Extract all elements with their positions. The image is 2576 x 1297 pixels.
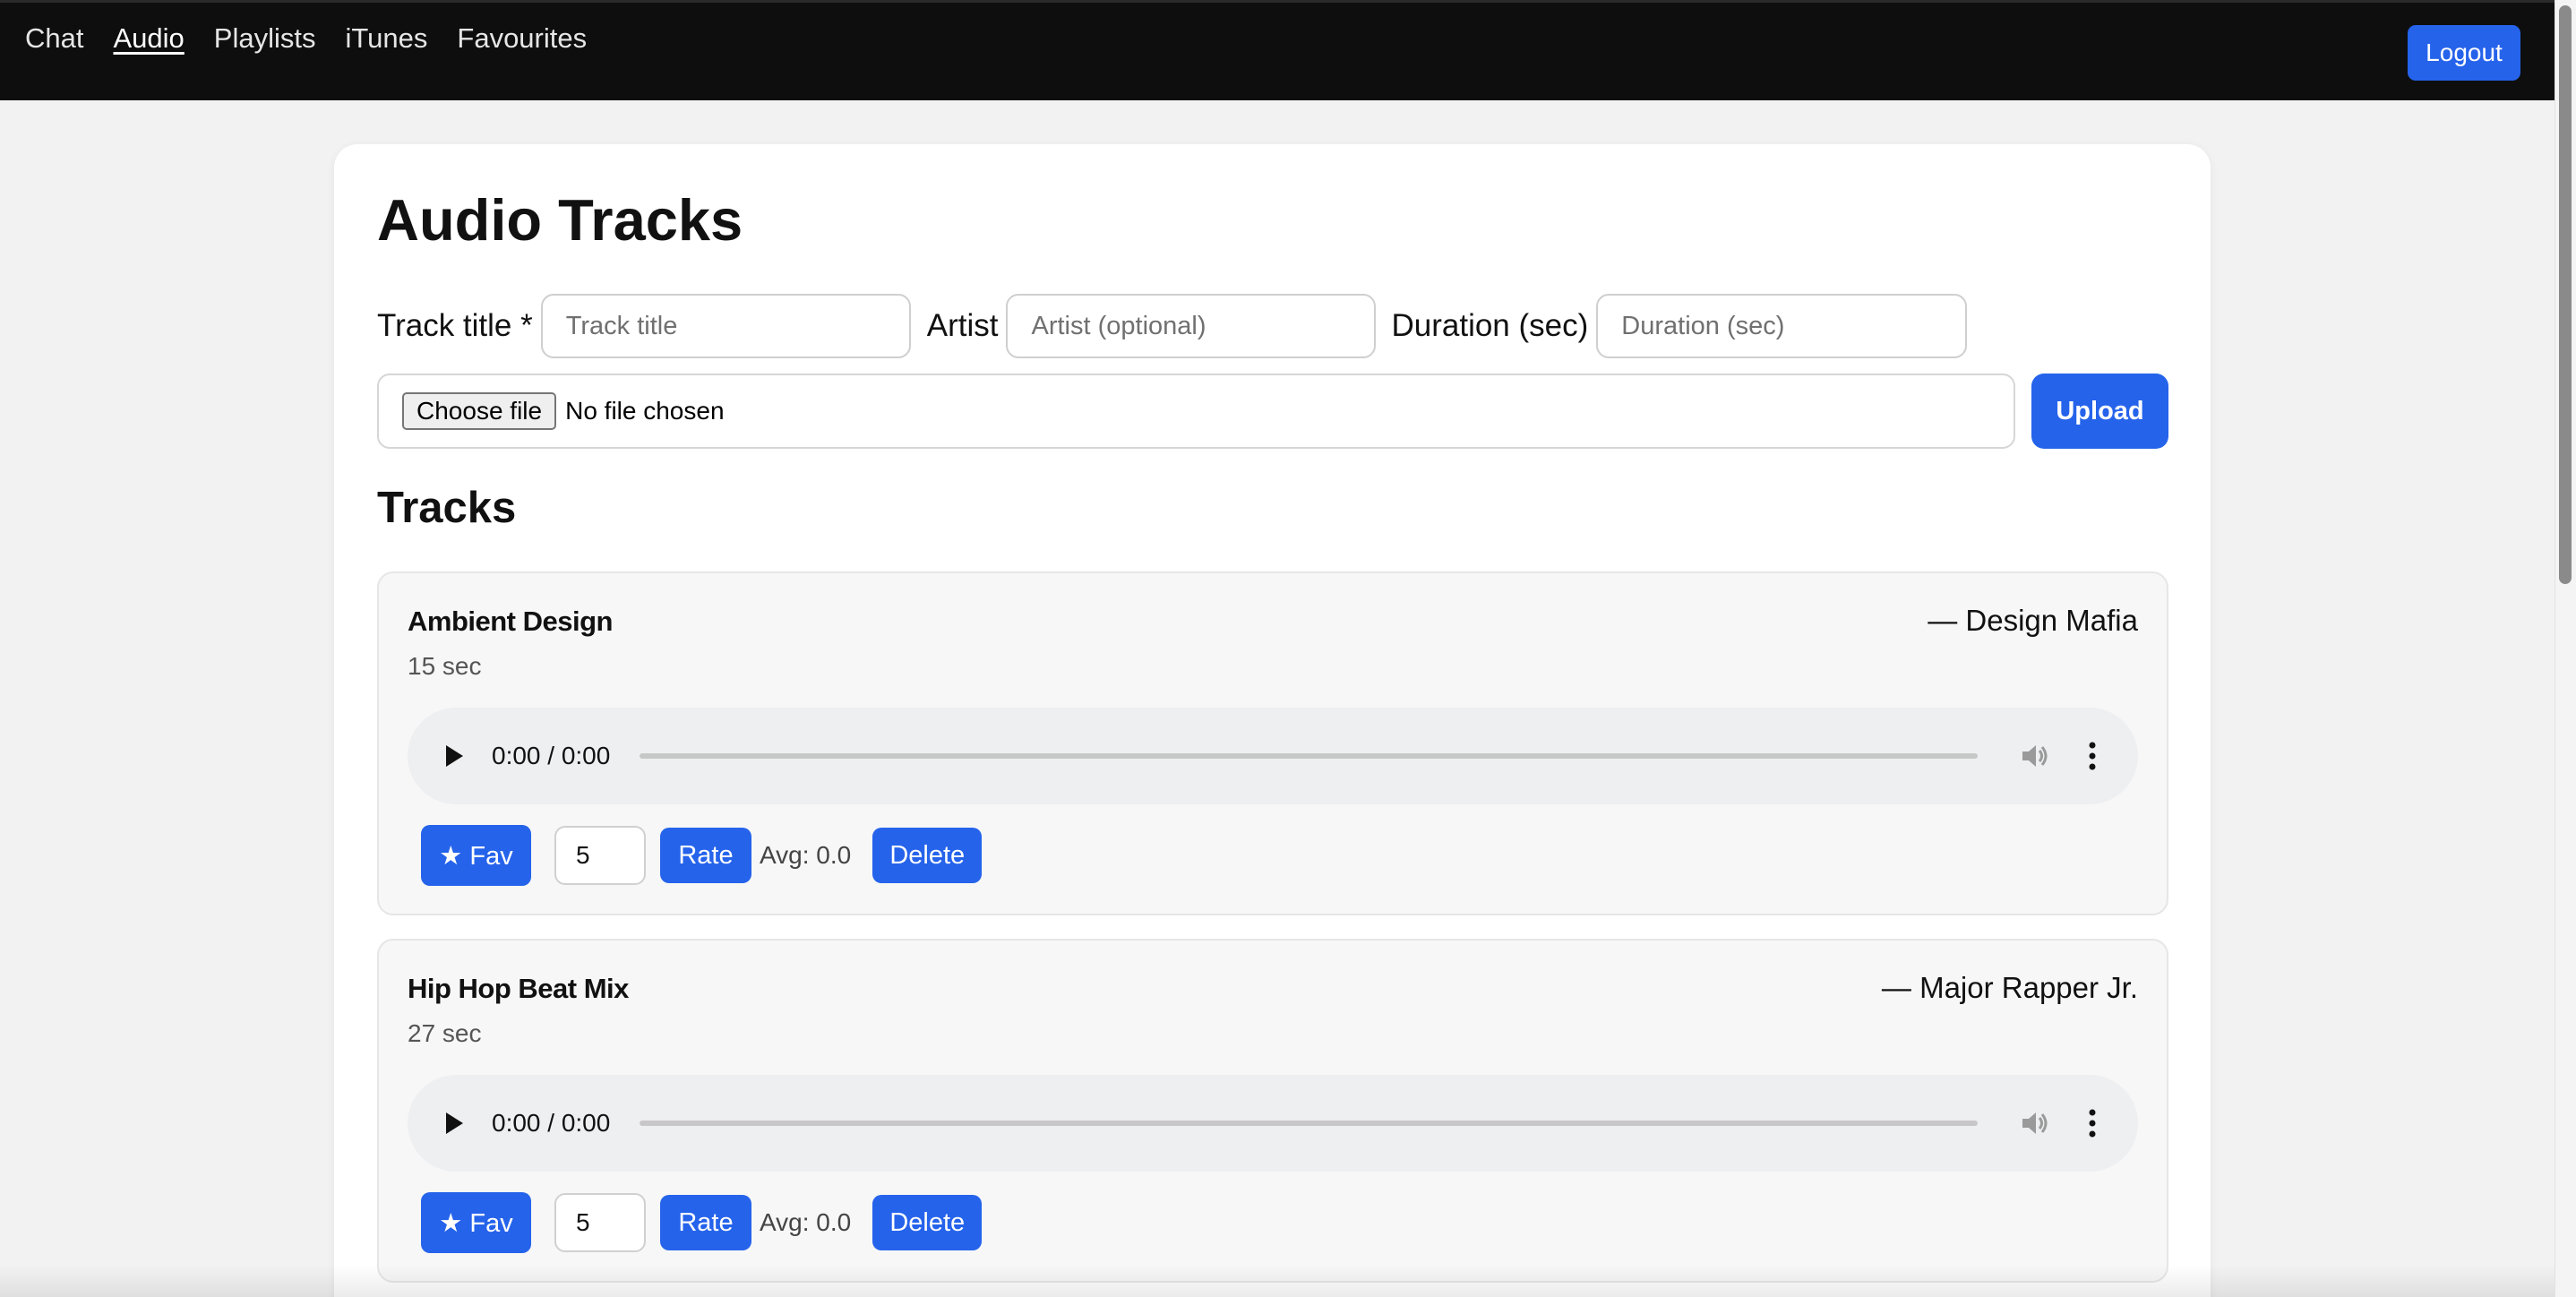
rate-button[interactable]: Rate [660, 828, 751, 883]
progress-bar[interactable] [640, 1121, 1978, 1126]
upload-form-row: Track title * Artist Duration (sec) [377, 294, 1968, 358]
track-duration: 15 sec [408, 652, 482, 680]
choose-file-button[interactable]: Choose file [402, 392, 557, 430]
nav-link-audio[interactable]: Audio [113, 22, 184, 55]
duration-input[interactable] [1596, 294, 1968, 358]
artist-input[interactable] [1006, 294, 1377, 358]
progress-bar[interactable] [640, 753, 1978, 759]
nav-link-itunes[interactable]: iTunes [345, 22, 427, 55]
more-options-icon[interactable] [2088, 740, 2097, 772]
rating-input[interactable] [554, 826, 646, 885]
file-status: No file chosen [565, 397, 725, 425]
track-card: Ambient Design — Design Mafia 15 sec 0:0… [377, 571, 2168, 915]
page-title: Audio Tracks [377, 187, 743, 253]
track-title-input[interactable] [540, 294, 911, 358]
track-title: Hip Hop Beat Mix [408, 973, 629, 1004]
track-actions: ★ Fav Rate Avg: 0.0 Delete [421, 825, 983, 886]
vertical-scrollbar[interactable] [2555, 0, 2576, 1297]
tracks-heading: Tracks [377, 484, 517, 532]
track-card: Hip Hop Beat Mix — Major Rapper Jr. 27 s… [377, 939, 2168, 1283]
volume-icon[interactable] [2020, 1109, 2050, 1138]
delete-button[interactable]: Delete [872, 828, 983, 883]
nav-links: Chat Audio Playlists iTunes Favourites [25, 22, 587, 55]
play-icon[interactable] [446, 1112, 463, 1134]
volume-icon[interactable] [2020, 742, 2050, 770]
artist-label: Artist [926, 308, 999, 343]
page: Chat Audio Playlists iTunes Favourites L… [0, 0, 2576, 1297]
file-input[interactable]: Choose file No file chosen [377, 374, 2015, 449]
rate-button[interactable]: Rate [660, 1195, 751, 1250]
average-rating: Avg: 0.0 [760, 841, 852, 869]
track-duration: 27 sec [408, 1019, 482, 1047]
top-navbar: Chat Audio Playlists iTunes Favourites L… [0, 0, 2555, 100]
delete-button[interactable]: Delete [872, 1195, 983, 1250]
audio-player: 0:00 / 0:00 [408, 1075, 2138, 1172]
play-icon[interactable] [446, 745, 463, 767]
nav-link-favourites[interactable]: Favourites [457, 22, 587, 55]
track-title-label: Track title * [377, 308, 533, 343]
player-time: 0:00 / 0:00 [492, 1109, 611, 1137]
logout-button[interactable]: Logout [2408, 25, 2520, 81]
upload-button[interactable]: Upload [2031, 374, 2168, 449]
more-options-icon[interactable] [2088, 1107, 2097, 1139]
nav-link-playlists[interactable]: Playlists [214, 22, 316, 55]
duration-label: Duration (sec) [1391, 308, 1589, 343]
player-time: 0:00 / 0:00 [492, 742, 611, 769]
scrollbar-thumb[interactable] [2559, 5, 2572, 584]
fav-button[interactable]: ★ Fav [421, 1192, 531, 1253]
nav-link-chat[interactable]: Chat [25, 22, 83, 55]
rating-input[interactable] [554, 1193, 646, 1252]
fav-button[interactable]: ★ Fav [421, 825, 531, 886]
average-rating: Avg: 0.0 [760, 1208, 852, 1236]
track-artist: — Design Mafia [1928, 604, 2138, 637]
main-card: Audio Tracks Track title * Artist Durati… [334, 144, 2211, 1297]
track-artist: — Major Rapper Jr. [1881, 971, 2138, 1004]
audio-player: 0:00 / 0:00 [408, 708, 2138, 804]
track-actions: ★ Fav Rate Avg: 0.0 Delete [421, 1192, 983, 1253]
track-title: Ambient Design [408, 606, 613, 637]
